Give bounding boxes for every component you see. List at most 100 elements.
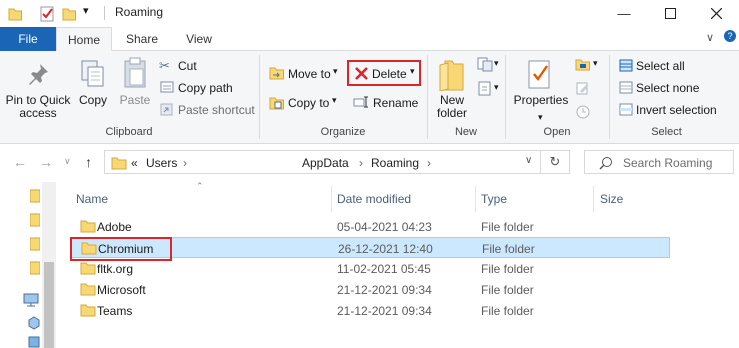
help-icon[interactable]: ? (724, 30, 736, 42)
file-type: File folder (481, 262, 534, 276)
new-folder-icon[interactable] (62, 6, 76, 21)
file-date: 05-04-2021 04:23 (337, 220, 432, 234)
customize-toolbar-chevron-icon[interactable]: ▾ (83, 4, 89, 17)
new-item-chevron-icon[interactable]: ▾ (494, 58, 499, 69)
column-header-date-modified[interactable]: Date modified (337, 192, 411, 206)
file-row[interactable]: Adobe 05-04-2021 04:23 File folder (70, 216, 670, 237)
breadcrumb-chevron-icon[interactable]: › (359, 156, 363, 170)
invert-selection-icon (619, 103, 633, 116)
copy-path-button[interactable]: Copy path (178, 81, 233, 95)
ribbon-tabs: File Home Share View ∨ ? (0, 27, 739, 52)
folder-icon[interactable] (30, 188, 40, 204)
pin-to-quick-access-button[interactable]: Pin to Quick access (2, 94, 74, 120)
history-icon[interactable] (576, 105, 590, 119)
select-all-button[interactable]: Select all (636, 59, 685, 73)
folder-icon[interactable] (30, 212, 40, 228)
address-bar[interactable]: « Users › AppData › Roaming › ∨ (104, 150, 541, 174)
breadcrumb-chevron-icon[interactable]: › (183, 156, 187, 170)
copy-button[interactable]: Copy (76, 94, 110, 107)
move-to-chevron-icon[interactable]: ▾ (333, 66, 338, 77)
open-group-label: Open (543, 126, 571, 138)
column-separator[interactable] (331, 186, 332, 212)
copy-to-folder-icon (269, 97, 284, 110)
file-date: 26-12-2021 12:40 (338, 242, 433, 256)
window-title: Roaming (115, 5, 164, 19)
edit-icon[interactable] (576, 82, 590, 95)
breadcrumb-chevron-icon[interactable]: › (427, 156, 431, 170)
clipboard-group-label: Clipboard (105, 126, 153, 138)
file-name: fltk.org (97, 262, 134, 276)
column-separator[interactable] (475, 186, 476, 212)
ribbon: Pin to Quick access Copy Paste ✂ Cut Cop… (0, 51, 739, 144)
objects-3d-icon[interactable] (28, 316, 40, 330)
move-to-button[interactable]: Move to (288, 67, 331, 81)
column-header-name[interactable]: Name (76, 192, 108, 206)
search-box[interactable]: Search Roaming (584, 150, 734, 174)
breadcrumb-users[interactable]: Users (146, 156, 177, 170)
invert-selection-button[interactable]: Invert selection (636, 103, 717, 117)
open-chevron-icon[interactable]: ▾ (593, 58, 598, 69)
delete-button[interactable]: Delete (372, 67, 407, 81)
rename-icon (353, 96, 368, 108)
file-row[interactable]: fltk.org 11-02-2021 05:45 File folder (70, 258, 670, 279)
organize-group-label: Organize (320, 126, 366, 138)
file-name: Teams (97, 304, 133, 318)
file-name: Microsoft (97, 283, 146, 297)
up-arrow-icon[interactable]: ↑ (85, 154, 92, 170)
this-pc-icon[interactable] (22, 292, 40, 308)
sort-ascending-icon: ⌃ (196, 181, 204, 191)
select-all-icon (619, 59, 633, 72)
address-overflow[interactable]: « (131, 156, 138, 170)
refresh-button[interactable]: ↻ (541, 150, 570, 174)
tab-file[interactable]: File (0, 27, 56, 51)
collapse-ribbon-chevron-icon[interactable]: ∨ (706, 31, 714, 44)
breadcrumb-roaming[interactable]: Roaming (371, 156, 419, 170)
column-header-type[interactable]: Type (481, 192, 507, 206)
address-dropdown-chevron-icon[interactable]: ∨ (525, 155, 532, 166)
search-icon (599, 157, 612, 170)
paste-button[interactable]: Paste (116, 94, 154, 107)
recent-locations-chevron-icon[interactable]: ∨ (64, 156, 71, 167)
folder-icon[interactable] (8, 6, 22, 21)
copy-to-button[interactable]: Copy to (288, 96, 329, 110)
new-item-icon[interactable] (477, 57, 493, 72)
maximize-icon (664, 8, 676, 19)
folder-icon[interactable] (30, 260, 40, 276)
column-header-size[interactable]: Size (600, 192, 623, 206)
easy-access-chevron-icon[interactable]: ▾ (494, 82, 499, 93)
properties-checkmark-icon[interactable] (40, 6, 56, 22)
select-none-icon (619, 81, 633, 94)
forward-arrow-icon[interactable]: → (39, 154, 53, 170)
file-row[interactable]: Teams 21-12-2021 09:34 File folder (70, 300, 670, 321)
file-date: 21-12-2021 09:34 (337, 283, 432, 297)
minimize-button[interactable]: — (601, 0, 647, 27)
maximize-button[interactable] (647, 0, 693, 27)
properties-icon (528, 60, 550, 89)
folder-icon (111, 157, 127, 170)
file-type: File folder (481, 283, 534, 297)
easy-access-icon[interactable] (477, 81, 493, 97)
tab-view[interactable]: View (175, 27, 223, 51)
delete-chevron-icon[interactable]: ▾ (410, 66, 415, 77)
open-folder-icon[interactable] (575, 57, 591, 71)
file-type: File folder (482, 242, 535, 256)
tab-share[interactable]: Share (117, 27, 167, 51)
scrollbar-thumb[interactable] (44, 262, 54, 348)
paste-shortcut-button[interactable]: Paste shortcut (178, 103, 255, 117)
new-folder-button[interactable]: New folder (430, 94, 474, 120)
copy-to-chevron-icon[interactable]: ▾ (332, 95, 337, 106)
close-button[interactable] (693, 0, 739, 27)
file-row[interactable]: Microsoft 21-12-2021 09:34 File folder (70, 279, 670, 300)
select-none-button[interactable]: Select none (636, 81, 699, 95)
desktop-icon[interactable] (28, 336, 40, 348)
rename-button[interactable]: Rename (373, 96, 418, 110)
properties-button[interactable]: Properties (511, 94, 571, 107)
folder-icon[interactable] (30, 236, 40, 252)
column-separator[interactable] (593, 186, 594, 212)
tab-home[interactable]: Home (56, 27, 112, 52)
back-arrow-icon[interactable]: ← (13, 154, 27, 170)
properties-chevron-icon[interactable]: ▾ (538, 112, 543, 123)
select-group-label: Select (651, 126, 682, 138)
cut-button[interactable]: Cut (178, 59, 197, 73)
breadcrumb-appdata[interactable]: AppData (302, 156, 349, 170)
